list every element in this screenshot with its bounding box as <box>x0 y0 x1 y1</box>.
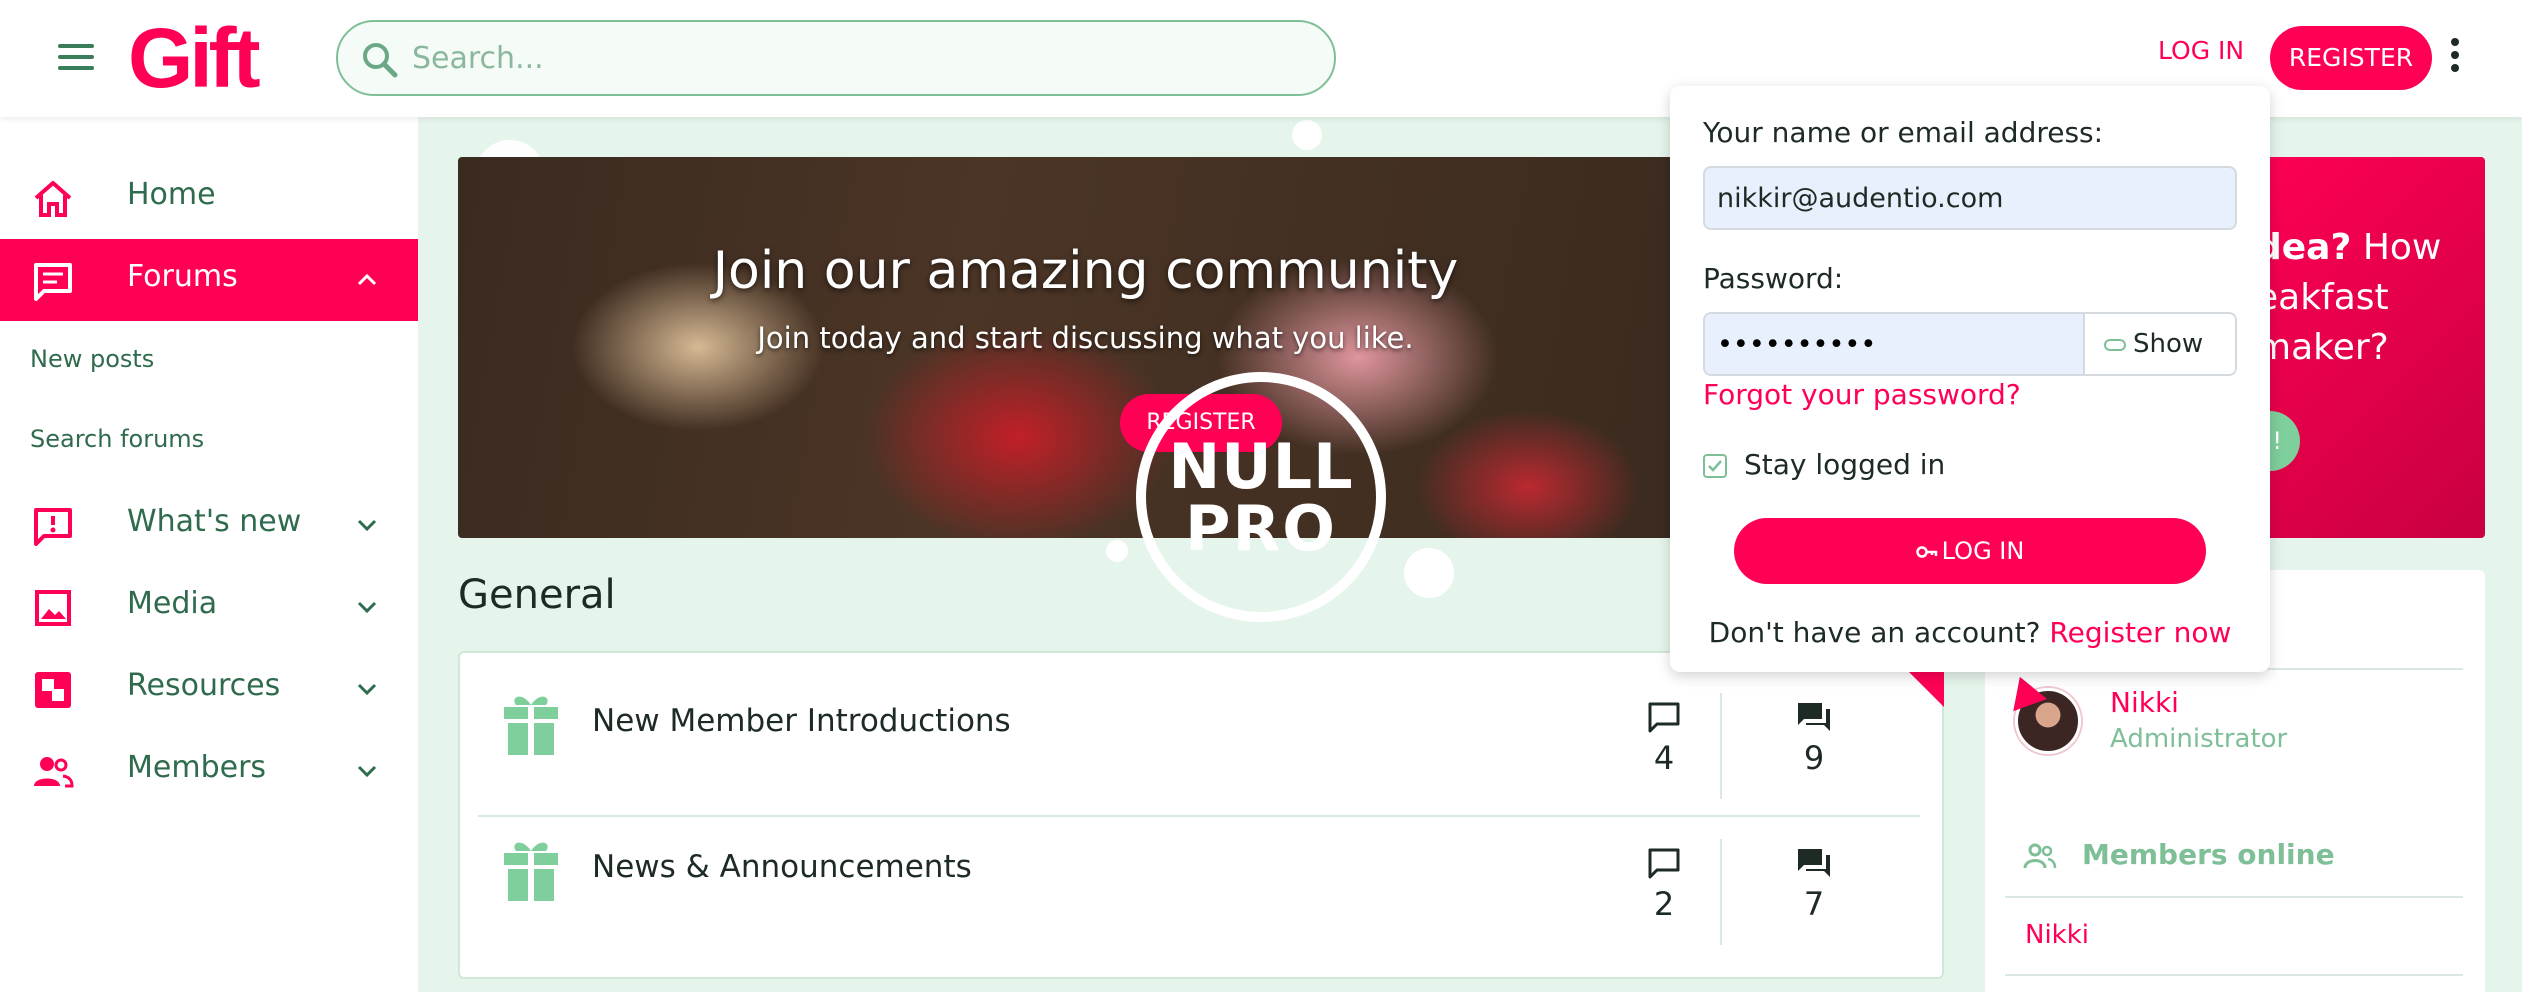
show-password-label: Show <box>2133 329 2204 359</box>
key-icon <box>1915 546 1937 558</box>
sidebar-item-home[interactable]: Home <box>0 157 418 239</box>
online-member-link[interactable]: Nikki <box>2025 920 2089 950</box>
user-name-link[interactable]: Nikki <box>2110 686 2179 719</box>
divider <box>2005 974 2463 976</box>
sidebar: Home Forums New posts Search forums What… <box>0 117 418 992</box>
thread-icon <box>1648 702 1680 733</box>
messages-stat: 9 <box>1774 701 1854 777</box>
login-submit-label: LOG IN <box>1941 537 2025 565</box>
sidebar-item-whats-new[interactable]: What's new <box>0 484 418 566</box>
sidebar-item-label: Resources <box>127 668 281 703</box>
username-field[interactable] <box>1703 166 2237 230</box>
password-field[interactable] <box>1705 314 2083 374</box>
chevron-up-icon[interactable] <box>354 267 380 293</box>
gift-icon <box>504 842 558 901</box>
sidebar-item-label: Media <box>127 586 218 621</box>
chevron-down-icon[interactable] <box>354 594 380 620</box>
stay-logged-in-label[interactable]: Stay logged in <box>1744 448 1945 481</box>
side-banner-text: dea? How eakfast maker? <box>2256 223 2485 373</box>
forum-list: New Member Introductions 4 9 News & Anno… <box>458 651 1944 979</box>
snow-dot <box>1292 120 1322 150</box>
messages-count: 7 <box>1803 885 1825 923</box>
messages-icon <box>1798 703 1830 731</box>
whats-new-icon <box>34 508 72 546</box>
threads-count: 4 <box>1653 739 1675 777</box>
sidebar-item-media[interactable]: Media <box>0 566 418 648</box>
threads-stat: 2 <box>1624 847 1704 923</box>
threads-count: 2 <box>1653 885 1675 923</box>
watermark-line2: PRO <box>1185 492 1337 565</box>
search-input[interactable] <box>412 32 1312 84</box>
side-banner-line2: eakfast <box>2256 277 2389 318</box>
eye-icon <box>2104 338 2126 351</box>
resources-icon <box>35 672 71 708</box>
sidebar-item-forums[interactable]: Forums <box>0 239 418 321</box>
home-icon <box>34 181 72 217</box>
side-banner-bold: dea? <box>2256 227 2352 268</box>
forum-title[interactable]: New Member Introductions <box>592 703 1011 739</box>
members-online-title[interactable]: Members online <box>2082 838 2335 871</box>
no-account-text: Don't have an account? <box>1708 616 2041 649</box>
sidebar-item-label: Members <box>127 750 267 785</box>
snow-dot <box>1404 548 1454 598</box>
forum-row[interactable]: New Member Introductions 4 9 <box>478 653 1920 803</box>
stay-logged-in-checkbox[interactable] <box>1703 454 1727 478</box>
chevron-down-icon[interactable] <box>354 512 380 538</box>
hero-banner: Join our amazing community Join today an… <box>458 157 1713 538</box>
header-login-link[interactable]: LOG IN <box>2158 36 2244 65</box>
messages-stat: 7 <box>1774 847 1854 923</box>
snow-dot <box>1106 540 1128 562</box>
sidebar-item-members[interactable]: Members <box>0 730 418 812</box>
forum-title[interactable]: News & Announcements <box>592 849 972 885</box>
sidebar-item-resources[interactable]: Resources <box>0 648 418 730</box>
stat-divider <box>1720 693 1722 799</box>
watermark-logo: NULL PRO <box>1136 372 1386 622</box>
login-submit-button[interactable]: LOG IN <box>1734 518 2206 584</box>
sidebar-sub-search-forums[interactable]: Search forums <box>30 425 204 453</box>
no-account-row: Don't have an account? Register now <box>1670 616 2270 649</box>
show-password-button[interactable]: Show <box>2083 314 2235 374</box>
password-wrapper: Show <box>1703 312 2237 376</box>
thread-icon <box>1648 848 1680 879</box>
stat-divider <box>1720 839 1722 945</box>
section-title-general[interactable]: General <box>458 572 616 618</box>
password-field-label: Password: <box>1703 262 1844 295</box>
hamburger-menu-icon[interactable] <box>56 42 96 72</box>
login-popup: Your name or email address: Password: Sh… <box>1670 86 2270 672</box>
forum-icon <box>34 263 72 301</box>
side-banner: dea? How eakfast maker? ! <box>2250 157 2485 538</box>
forum-row[interactable]: News & Announcements 2 7 <box>478 815 1920 965</box>
sidebar-item-label: Forums <box>127 259 238 294</box>
register-now-link[interactable]: Register now <box>2049 616 2231 649</box>
divider <box>2005 896 2463 898</box>
threads-stat: 4 <box>1624 701 1704 777</box>
checkmark-icon <box>1708 460 1722 472</box>
banner-title: Join our amazing community <box>712 241 1459 301</box>
user-role: Administrator <box>2110 724 2288 754</box>
members-online-icon <box>2023 843 2057 869</box>
sidebar-item-label: Home <box>127 177 216 212</box>
search-icon <box>363 43 398 78</box>
messages-count: 9 <box>1803 739 1825 777</box>
image-icon <box>35 590 71 626</box>
name-field-label: Your name or email address: <box>1703 116 2104 149</box>
header-register-button[interactable]: REGISTER <box>2270 26 2432 90</box>
chevron-down-icon[interactable] <box>354 758 380 784</box>
side-banner-line1: How <box>2351 227 2442 268</box>
gift-icon <box>504 696 558 755</box>
search-bar[interactable] <box>336 20 1336 96</box>
messages-icon <box>1798 849 1830 877</box>
sidebar-sub-new-posts[interactable]: New posts <box>30 345 154 373</box>
chevron-down-icon[interactable] <box>354 676 380 702</box>
banner-subtitle: Join today and start discussing what you… <box>757 321 1414 355</box>
side-banner-line3: maker? <box>2256 327 2389 368</box>
more-options-icon[interactable] <box>2448 38 2462 78</box>
site-logo[interactable]: Gift <box>128 10 261 106</box>
members-icon <box>34 757 74 788</box>
forgot-password-link[interactable]: Forgot your password? <box>1703 378 2021 411</box>
sidebar-item-label: What's new <box>127 504 302 539</box>
